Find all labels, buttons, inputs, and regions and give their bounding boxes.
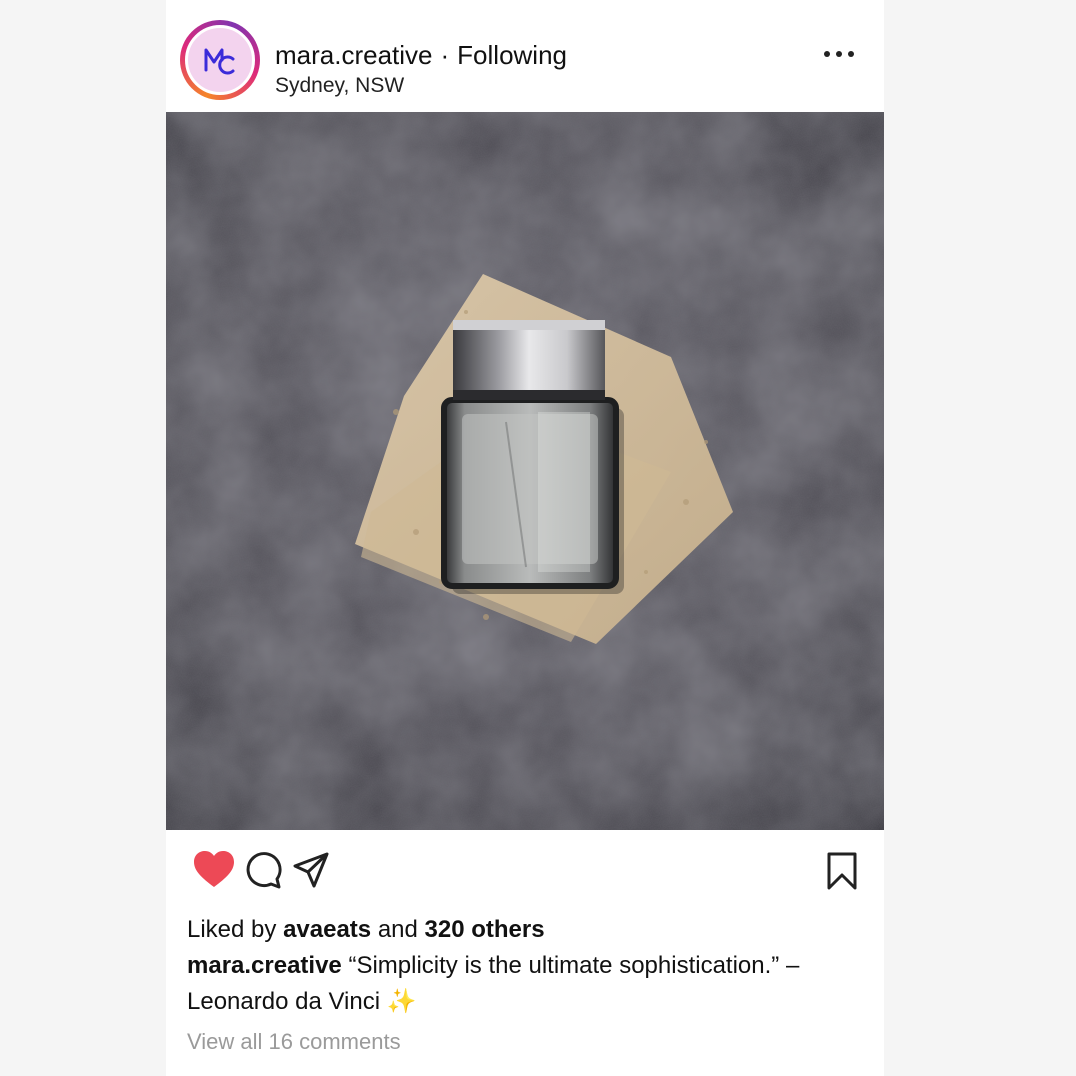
- liked-by-prefix: Liked by: [187, 916, 277, 943]
- likes-summary[interactable]: Liked by avaeats and 320 others: [187, 912, 867, 948]
- others-count-link[interactable]: 320 others: [425, 916, 545, 943]
- location-link[interactable]: Sydney, NSW: [275, 74, 404, 98]
- avatar[interactable]: [185, 25, 255, 95]
- heart-icon[interactable]: [192, 849, 236, 889]
- username-line: mara.creative · Following: [275, 40, 567, 70]
- avatar-story-ring[interactable]: [180, 20, 260, 100]
- post-image[interactable]: [166, 112, 884, 830]
- more-icon[interactable]: [824, 44, 854, 64]
- post-caption: mara.creative “Simplicity is the ultimat…: [187, 948, 867, 1020]
- mc-logo-icon: [204, 48, 235, 75]
- separator-dot: ·: [440, 40, 450, 70]
- post-card: mara.creative · Following Sydney, NSW Li…: [166, 0, 884, 1076]
- comment-icon[interactable]: [244, 851, 282, 889]
- caption-author-link[interactable]: mara.creative: [187, 952, 342, 979]
- perfume-photo: [166, 112, 884, 830]
- liked-by-user-link[interactable]: avaeats: [283, 916, 371, 943]
- share-icon[interactable]: [292, 851, 330, 889]
- view-comments-link[interactable]: View all 16 comments: [187, 1024, 867, 1060]
- post-header: mara.creative · Following Sydney, NSW: [166, 0, 884, 112]
- caption-area: Liked by avaeats and 320 others mara.cre…: [187, 912, 867, 1060]
- liked-by-and: and: [377, 916, 418, 943]
- sparkles-icon: ✨: [386, 988, 417, 1015]
- following-button[interactable]: Following: [457, 40, 567, 70]
- action-bar: [166, 848, 884, 892]
- username-link[interactable]: mara.creative: [275, 40, 433, 70]
- bookmark-icon[interactable]: [826, 851, 858, 891]
